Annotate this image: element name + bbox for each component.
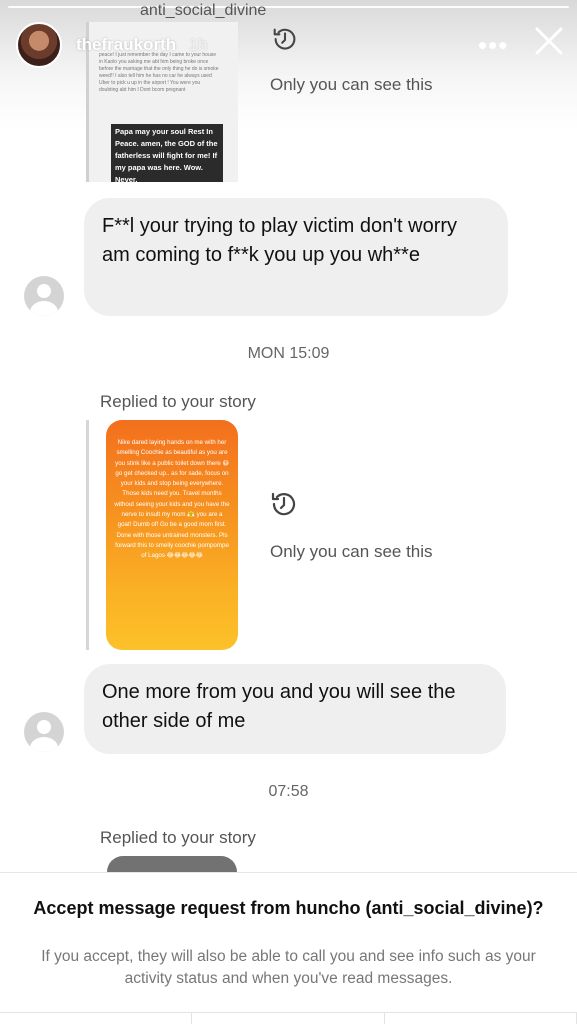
request-sheet-actions (0, 1012, 577, 1024)
reply-quote-line (86, 420, 89, 650)
history-icon (270, 24, 300, 54)
timestamp-1: MON 15:09 (247, 345, 330, 362)
message-bubble-1[interactable]: F**l your trying to play victim don't wo… (84, 198, 508, 316)
story-thumbnail-2[interactable]: Nike dared laying hands on me with her s… (106, 420, 238, 650)
thread-username: anti_social_divine (140, 2, 267, 19)
story-owner-username[interactable]: thefraukorth (76, 35, 176, 54)
message-bubble-2[interactable]: One more from you and you will see the o… (84, 664, 506, 754)
sender-avatar[interactable] (24, 276, 64, 316)
request-sheet-title: Accept message request from huncho (anti… (33, 898, 544, 918)
story-thumbnail-2-text: Nike dared laying hands on me with her s… (114, 439, 230, 560)
request-action-1[interactable] (0, 1013, 193, 1024)
replied-label-1: Replied to your story (100, 392, 256, 411)
history-icon (268, 488, 300, 520)
expired-story-note-2: Only you can see this (270, 542, 433, 561)
sender-avatar[interactable] (24, 712, 64, 752)
story-owner-avatar[interactable] (16, 22, 62, 68)
more-icon[interactable]: ••• (478, 30, 508, 61)
story-thumbnail-1-caption: Papa may your soul Rest In Peace. amen, … (111, 124, 223, 182)
close-icon[interactable] (532, 24, 566, 58)
timestamp-2: 07:58 (268, 783, 309, 800)
replied-label-2: Replied to your story (100, 828, 256, 847)
story-header: thefraukorth 1h (16, 22, 208, 68)
expired-story-note-1: Only you can see this (270, 75, 433, 94)
request-action-2[interactable] (192, 1013, 385, 1024)
story-time: 1h (188, 35, 208, 54)
request-sheet-description: If you accept, they will also be able to… (41, 948, 536, 987)
story-progress-bar (8, 6, 569, 8)
request-action-3[interactable] (385, 1013, 577, 1024)
